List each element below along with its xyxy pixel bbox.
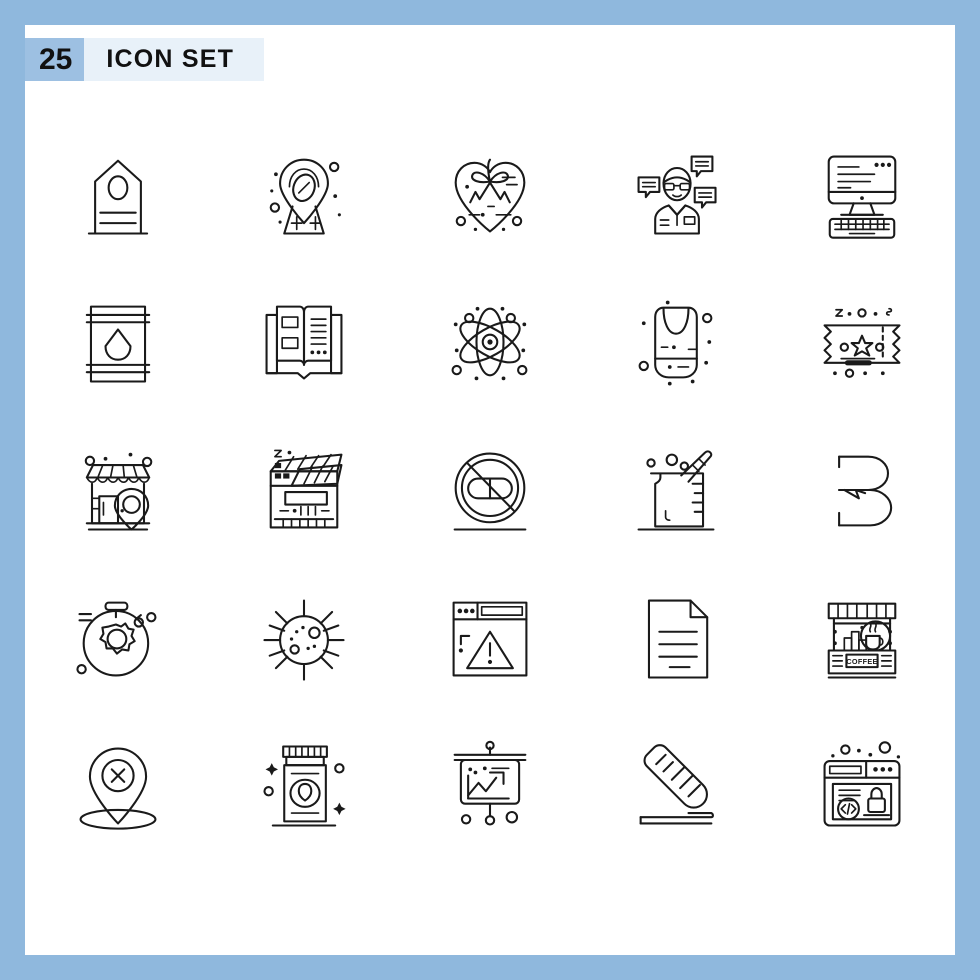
icon-cell-open-book[interactable] (249, 287, 359, 397)
icon-cell-oil-barrel[interactable] (63, 287, 173, 397)
icon-cell-virus[interactable] (249, 583, 359, 693)
virus-germ-icon (263, 599, 345, 681)
icon-cell-location-pin[interactable] (249, 139, 359, 249)
browser-security-code-icon (823, 741, 901, 827)
icon-cell-clapperboard[interactable] (249, 435, 359, 545)
icon-cell-eyedropper[interactable] (621, 731, 731, 841)
icon-cell-coffee-shop[interactable]: COFFEE (807, 583, 917, 693)
document-file-icon (647, 599, 709, 679)
no-drugs-prohibition-icon (453, 452, 527, 531)
coffee-sign-text: COFFEE (846, 657, 877, 666)
icon-set-card: 25 ICON SET COFFEE (25, 25, 955, 955)
page-root: 25 ICON SET COFFEE (0, 0, 980, 980)
browser-warning-icon (452, 601, 528, 677)
coffee-shop-stall-icon: COFFEE (827, 602, 897, 679)
icon-count-badge: 25 (25, 38, 85, 81)
icon-cell-document[interactable] (621, 583, 731, 693)
oil-barrel-drop-icon (85, 305, 151, 383)
tag-label-icon (87, 159, 149, 235)
icon-cell-no-drugs[interactable] (435, 435, 545, 545)
icon-cell-computer[interactable] (807, 139, 917, 249)
icon-cell-letter-b[interactable] (807, 435, 917, 545)
star-ticket-icon (823, 307, 901, 378)
icon-cell-browser-security[interactable] (807, 731, 917, 841)
icon-cell-gift-heart[interactable] (435, 139, 545, 249)
icon-cell-location-cancel[interactable] (63, 731, 173, 841)
desktop-computer-icon (827, 155, 897, 239)
icon-cell-atom[interactable] (435, 287, 545, 397)
open-book-icon (265, 305, 343, 380)
shop-location-icon (84, 452, 153, 531)
atom-molecule-icon (451, 306, 528, 381)
icon-cell-shop-location[interactable] (63, 435, 173, 545)
icon-cell-baby-bib[interactable] (621, 287, 731, 397)
support-agent-chat-icon (637, 155, 717, 235)
header: 25 ICON SET (25, 38, 265, 81)
eyedropper-pipette-icon (639, 744, 714, 825)
page-title: ICON SET (84, 38, 265, 81)
icon-cell-ticket[interactable] (807, 287, 917, 397)
icon-cell-beaker[interactable] (621, 435, 731, 545)
stopwatch-gear-icon (76, 601, 157, 677)
icon-cell-presentation-chart[interactable] (435, 731, 545, 841)
clapperboard-icon (269, 449, 343, 529)
icon-cell-medicine-bottle[interactable] (249, 731, 359, 841)
icon-cell-stopwatch-gear[interactable] (63, 583, 173, 693)
letter-b-logo-icon (838, 455, 893, 527)
baby-bib-icon (638, 300, 713, 386)
presentation-chart-icon (453, 740, 527, 826)
heart-gift-ribbon-icon (454, 158, 526, 233)
icon-cell-tag-label[interactable] (63, 139, 173, 249)
icon-cell-support-agent[interactable] (621, 139, 731, 249)
icon-grid: COFFEE (25, 120, 955, 860)
beaker-measuring-cup-icon (637, 450, 715, 531)
coffee-location-pin-icon (269, 158, 341, 235)
location-pin-cancel-icon (79, 747, 157, 830)
icon-cell-browser-warning[interactable] (435, 583, 545, 693)
medicine-bottle-icon (263, 745, 346, 827)
